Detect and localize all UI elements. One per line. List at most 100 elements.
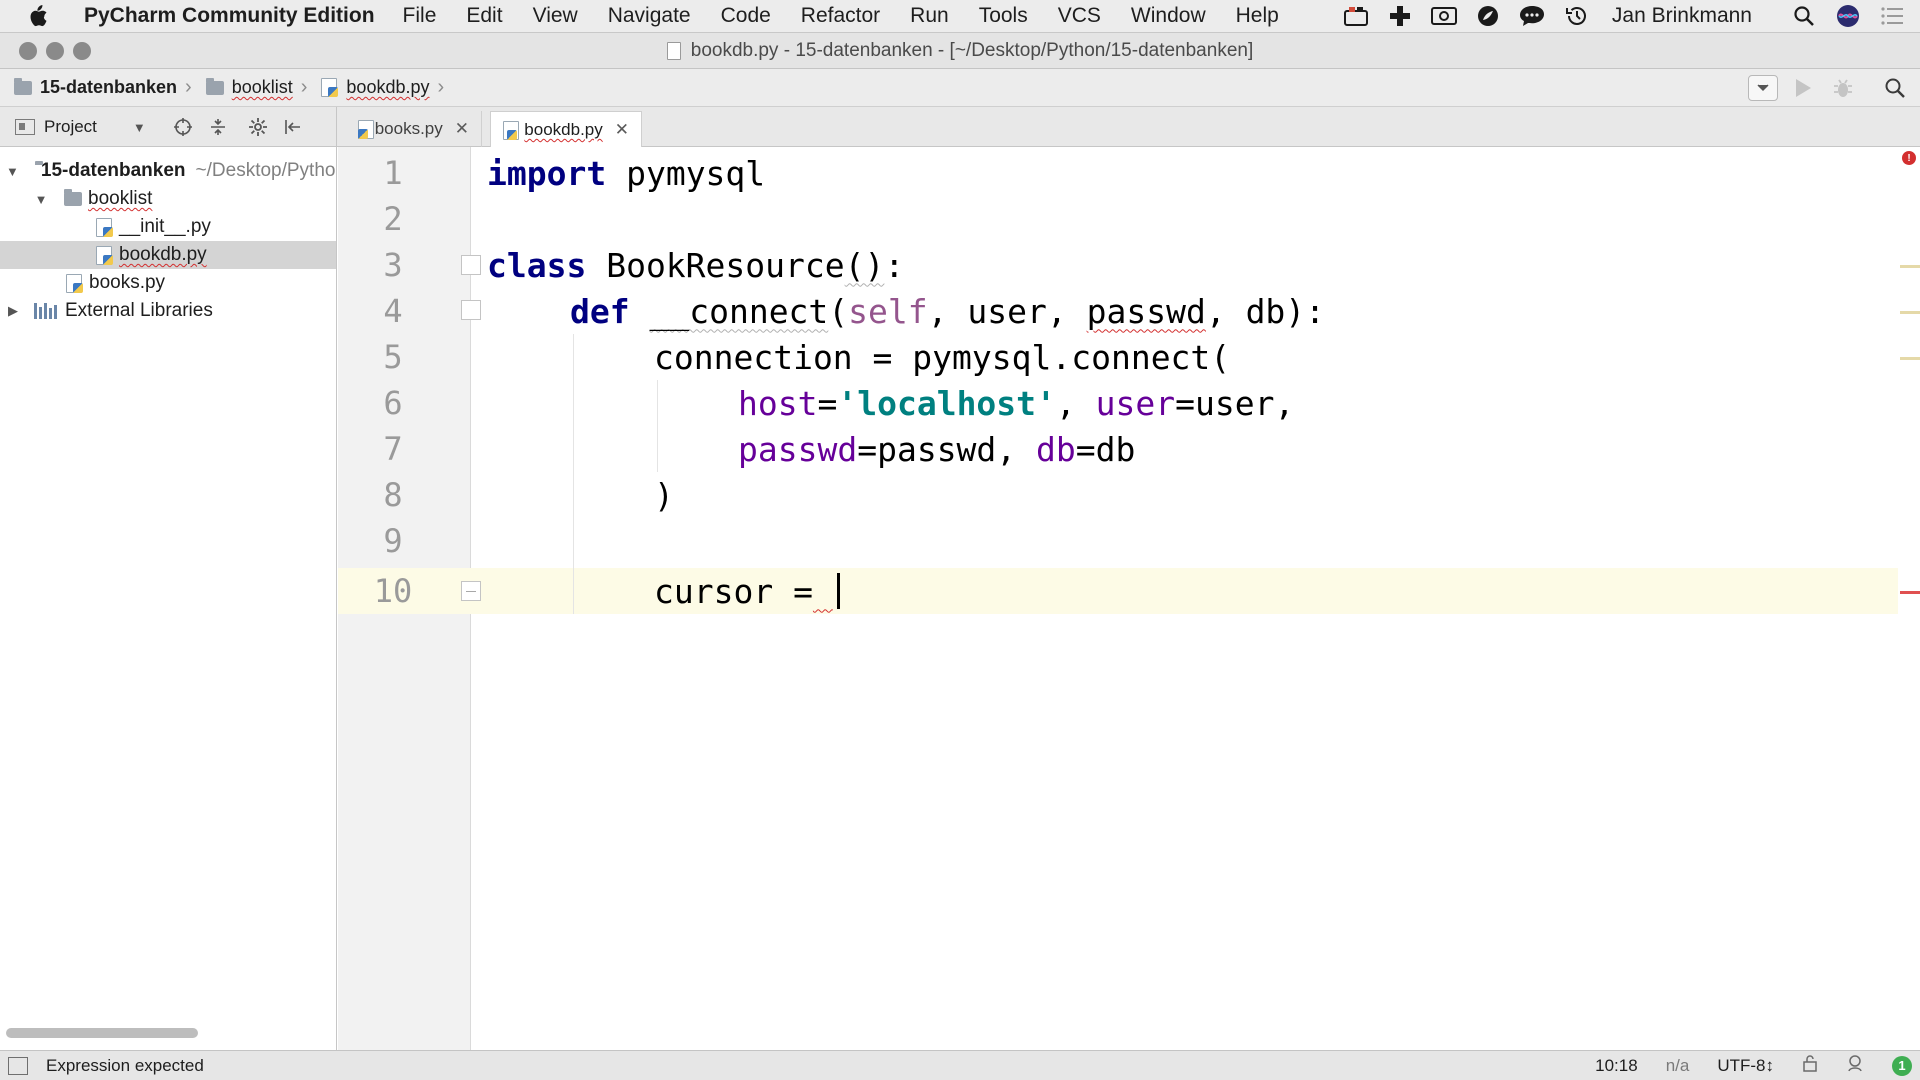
code-token: = bbox=[817, 383, 838, 423]
notifications-list-icon[interactable] bbox=[1878, 4, 1906, 28]
tool-windows-toggle-icon[interactable] bbox=[8, 1056, 28, 1075]
tree-item-booklist[interactable]: ▼ booklist bbox=[0, 185, 336, 213]
app-name-menu[interactable]: PyCharm Community Edition bbox=[84, 4, 375, 28]
hide-panel-icon[interactable] bbox=[282, 116, 304, 138]
line-separator-widget[interactable]: n/a bbox=[1666, 1056, 1690, 1076]
code-line-8: ) bbox=[654, 472, 674, 518]
project-panel-header: Project ▼ bbox=[0, 107, 337, 147]
keyword-token: class bbox=[487, 245, 587, 285]
plus-icon[interactable] bbox=[1386, 4, 1414, 28]
param-token: host bbox=[738, 383, 818, 423]
breadcrumb-project[interactable]: 15-datenbanken › bbox=[14, 76, 192, 99]
expanded-arrow-icon[interactable]: ▼ bbox=[6, 164, 19, 179]
settings-gear-icon[interactable] bbox=[247, 116, 269, 138]
read-only-lock-icon[interactable] bbox=[1802, 1054, 1818, 1077]
menu-refactor[interactable]: Refactor bbox=[801, 4, 880, 28]
line-number: 2 bbox=[383, 200, 403, 238]
code-line-1: import pymysql bbox=[487, 150, 765, 196]
run-configuration-dropdown[interactable] bbox=[1748, 74, 1778, 102]
stripe-marker[interactable] bbox=[1900, 311, 1920, 314]
error-indicator-icon[interactable]: ! bbox=[1902, 151, 1916, 165]
tab-bookdb-py[interactable]: bookdb.py ✕ bbox=[490, 111, 642, 148]
menu-window[interactable]: Window bbox=[1131, 4, 1206, 28]
chevron-down-icon bbox=[1748, 74, 1778, 101]
status-bar: Expression expected 10:18 n/a UTF-8↕ 1 bbox=[0, 1050, 1920, 1080]
tree-item-books-py[interactable]: books.py bbox=[0, 269, 336, 297]
menu-edit[interactable]: Edit bbox=[466, 4, 502, 28]
stripe-marker[interactable] bbox=[1900, 357, 1920, 360]
tree-item-label: books.py bbox=[89, 272, 166, 293]
line-number: 3 bbox=[383, 246, 403, 284]
code-token: connection = pymysql.connect( bbox=[654, 337, 1231, 377]
line-number: 1 bbox=[383, 154, 403, 192]
chat-icon[interactable] bbox=[1518, 4, 1546, 28]
menu-bar-user-name[interactable]: Jan Brinkmann bbox=[1612, 4, 1752, 28]
siri-icon[interactable] bbox=[1834, 4, 1862, 28]
chevron-down-icon[interactable]: ▼ bbox=[133, 120, 146, 135]
caret-position[interactable]: 10:18 bbox=[1595, 1056, 1638, 1076]
fold-toggle[interactable] bbox=[461, 300, 481, 320]
line-number: 7 bbox=[383, 430, 403, 468]
keyword-token: def bbox=[570, 291, 630, 331]
code-token-warning: __connect bbox=[649, 291, 829, 331]
run-button[interactable] bbox=[1788, 74, 1818, 102]
close-tab-icon[interactable]: ✕ bbox=[615, 120, 629, 140]
line-number: 6 bbox=[383, 384, 403, 422]
window-title-bar: bookdb.py - 15-datenbanken - [~/Desktop/… bbox=[0, 33, 1920, 69]
collapse-all-icon[interactable] bbox=[207, 116, 229, 138]
menu-navigate[interactable]: Navigate bbox=[608, 4, 691, 28]
expanded-arrow-icon[interactable]: ▼ bbox=[34, 192, 48, 207]
collapsed-arrow-icon[interactable]: ▶ bbox=[6, 303, 20, 319]
tree-item-init-py[interactable]: __init__.py bbox=[0, 213, 336, 241]
tab-books-py[interactable]: books.py ✕ bbox=[346, 111, 482, 147]
folder-icon bbox=[205, 77, 224, 95]
event-log-badge[interactable]: 1 bbox=[1892, 1055, 1912, 1076]
code-token: , bbox=[1055, 383, 1096, 423]
inspector-icon[interactable] bbox=[1846, 1054, 1864, 1077]
fold-end-marker[interactable] bbox=[461, 581, 481, 601]
menu-run[interactable]: Run bbox=[910, 4, 949, 28]
tree-item-label: booklist bbox=[88, 188, 153, 209]
self-token: self bbox=[848, 291, 928, 331]
stripe-error-marker[interactable] bbox=[1900, 591, 1920, 594]
code-token-typo: passwd bbox=[1086, 291, 1206, 331]
breadcrumb-booklist[interactable]: booklist › bbox=[205, 76, 307, 99]
breadcrumb-label: booklist bbox=[231, 77, 293, 97]
tool-row: Project ▼ books.py ✕ bookdb.py ✕ bbox=[0, 107, 1920, 148]
menu-help[interactable]: Help bbox=[1236, 4, 1279, 28]
menu-tools[interactable]: Tools bbox=[979, 4, 1028, 28]
time-machine-icon[interactable] bbox=[1562, 4, 1590, 28]
leaf-icon[interactable] bbox=[1474, 4, 1502, 28]
camera-icon[interactable] bbox=[1430, 4, 1458, 28]
tree-item-project-root[interactable]: ▼ 15-datenbanken ~/Desktop/Python/15-dat… bbox=[0, 157, 336, 185]
code-token: BookResource bbox=[586, 245, 845, 285]
code-line-7: passwd =passwd, db =db bbox=[738, 426, 1135, 472]
code-token: : bbox=[884, 245, 905, 285]
code-line-10: cursor = bbox=[654, 568, 840, 614]
encoding-selector[interactable]: UTF-8↕ bbox=[1717, 1056, 1774, 1076]
project-horizontal-scrollbar[interactable] bbox=[6, 1028, 198, 1038]
menu-code[interactable]: Code bbox=[721, 4, 771, 28]
locate-file-icon[interactable] bbox=[172, 116, 194, 138]
debug-button[interactable] bbox=[1828, 74, 1858, 102]
spotlight-search-icon[interactable] bbox=[1790, 4, 1818, 28]
project-view-selector[interactable]: Project bbox=[44, 117, 97, 137]
search-everywhere-icon[interactable] bbox=[1880, 74, 1910, 102]
code-token: ) bbox=[654, 475, 674, 515]
app-icon[interactable] bbox=[1342, 4, 1370, 28]
menu-view[interactable]: View bbox=[533, 4, 578, 28]
breadcrumb-bookdb[interactable]: bookdb.py › bbox=[321, 76, 444, 99]
tree-item-bookdb-py[interactable]: bookdb.py bbox=[0, 241, 336, 269]
menu-file[interactable]: File bbox=[403, 4, 437, 28]
menu-vcs[interactable]: VCS bbox=[1058, 4, 1101, 28]
apple-logo-icon[interactable] bbox=[26, 4, 64, 28]
stripe-marker[interactable] bbox=[1900, 265, 1920, 268]
fold-toggle[interactable] bbox=[461, 255, 481, 275]
navigation-bar: 15-datenbanken › booklist › bookdb.py › bbox=[0, 69, 1920, 107]
chevron-right-icon: › bbox=[185, 76, 192, 98]
macos-menu-bar: PyCharm Community Edition File Edit View… bbox=[0, 0, 1920, 33]
error-stripe[interactable] bbox=[1898, 147, 1920, 1050]
tree-item-external-libraries[interactable]: ▶ External Libraries bbox=[0, 297, 336, 325]
breadcrumb-label: bookdb.py bbox=[346, 77, 430, 97]
close-tab-icon[interactable]: ✕ bbox=[455, 119, 469, 139]
